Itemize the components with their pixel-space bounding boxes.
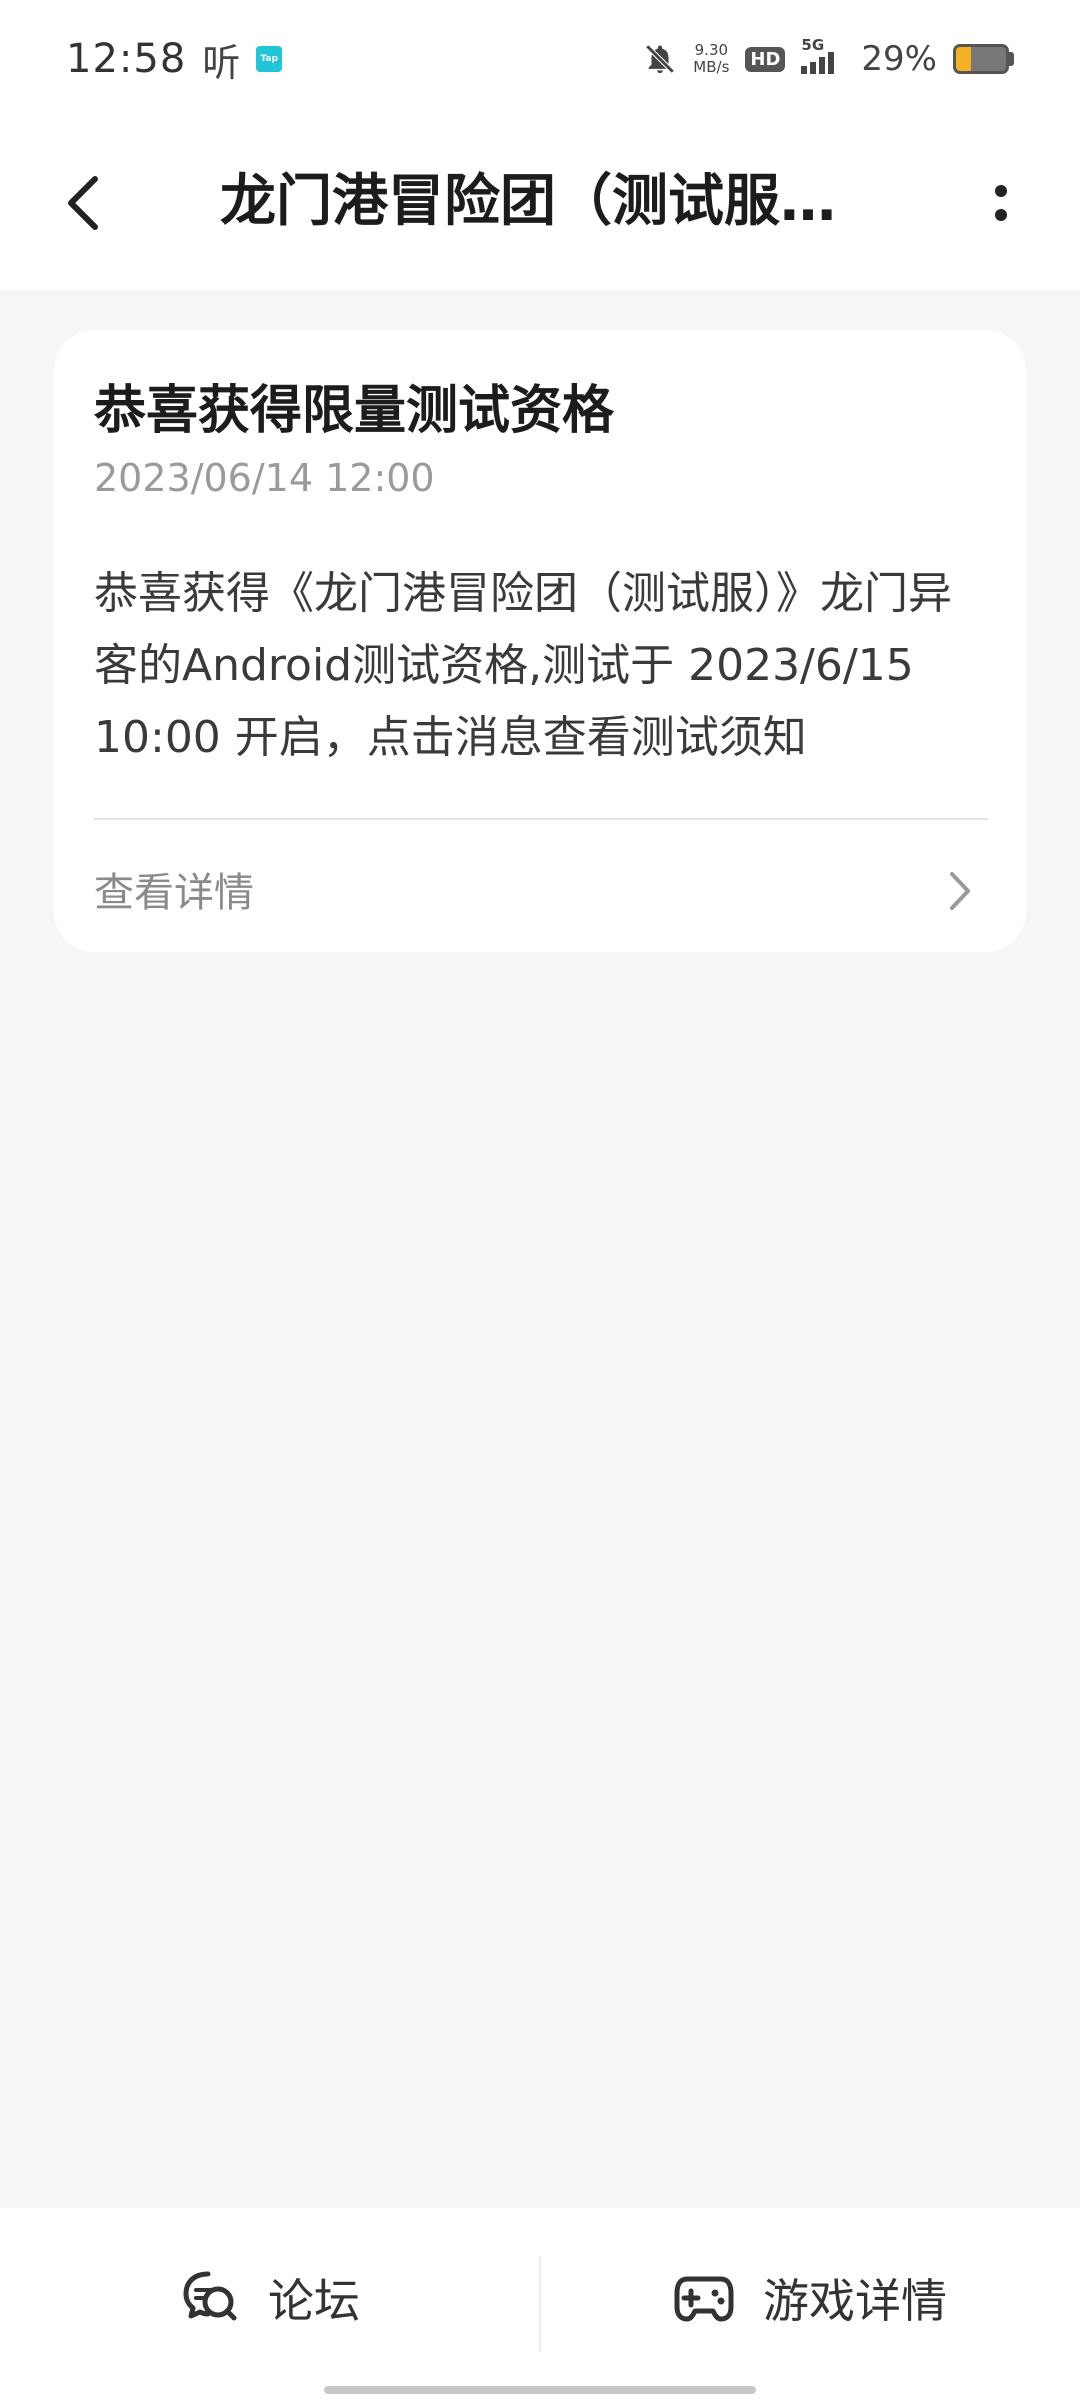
home-indicator[interactable] bbox=[324, 2386, 756, 2394]
hd-badge: HD bbox=[745, 46, 786, 72]
more-dot-icon bbox=[995, 209, 1007, 221]
message-title: 恭喜获得限量测试资格 bbox=[94, 381, 615, 441]
chevron-right-icon[interactable] bbox=[940, 866, 980, 916]
message-time: 2023/06/14 12:00 bbox=[94, 456, 435, 500]
screen: 12:58 听 Tap 9.30 MB/s HD 5G 29% 龙门港冒险团（测… bbox=[0, 0, 1080, 2400]
back-button[interactable] bbox=[48, 168, 118, 238]
page-title: 龙门港冒险团（测试服… bbox=[220, 169, 836, 234]
network-speed-value: 9.30 bbox=[694, 41, 729, 59]
more-options-button[interactable] bbox=[966, 168, 1036, 238]
bottom-nav: 论坛 游戏详情 bbox=[0, 2208, 1080, 2400]
network-speed: 9.30 MB/s bbox=[693, 42, 729, 76]
battery-icon bbox=[953, 44, 1014, 74]
status-right: 9.30 MB/s HD 5G 29% bbox=[643, 36, 1014, 79]
view-details-link[interactable]: 查看详情 bbox=[94, 860, 254, 918]
forum-button[interactable]: 论坛 bbox=[0, 2208, 540, 2398]
battery-percent: 29% bbox=[861, 39, 937, 79]
forum-label: 论坛 bbox=[268, 2274, 360, 2328]
message-body: 恭喜获得《龙门港冒险团（测试服）》龙门异客的Android测试资格,测试于 20… bbox=[94, 568, 952, 763]
signal-icon: 5G bbox=[801, 36, 845, 74]
nav-divider bbox=[539, 2256, 541, 2352]
forum-chat-icon bbox=[183, 2271, 237, 2321]
more-dot-icon bbox=[995, 185, 1007, 197]
network-speed-unit: MB/s bbox=[693, 58, 730, 76]
message-card[interactable]: 恭喜获得限量测试资格 2023/06/14 12:00 恭喜获得《龙门港冒险团（… bbox=[54, 330, 1026, 952]
status-left: 12:58 听 Tap bbox=[66, 32, 283, 87]
chevron-left-icon bbox=[68, 176, 98, 230]
app-header: 龙门港冒险团（测试服… bbox=[0, 118, 1080, 290]
game-details-label: 游戏详情 bbox=[763, 2274, 947, 2328]
game-details-button[interactable]: 游戏详情 bbox=[540, 2208, 1080, 2398]
bell-off-icon bbox=[645, 44, 675, 74]
battery-fill bbox=[956, 47, 971, 71]
status-bar: 12:58 听 Tap 9.30 MB/s HD 5G 29% bbox=[0, 0, 1080, 118]
status-ting-icon: 听 bbox=[202, 40, 241, 85]
tap-app-icon: Tap bbox=[256, 46, 283, 72]
status-time: 12:58 bbox=[66, 36, 187, 82]
divider bbox=[94, 818, 988, 820]
network-type: 5G bbox=[801, 36, 825, 54]
gamepad-icon bbox=[674, 2276, 734, 2322]
